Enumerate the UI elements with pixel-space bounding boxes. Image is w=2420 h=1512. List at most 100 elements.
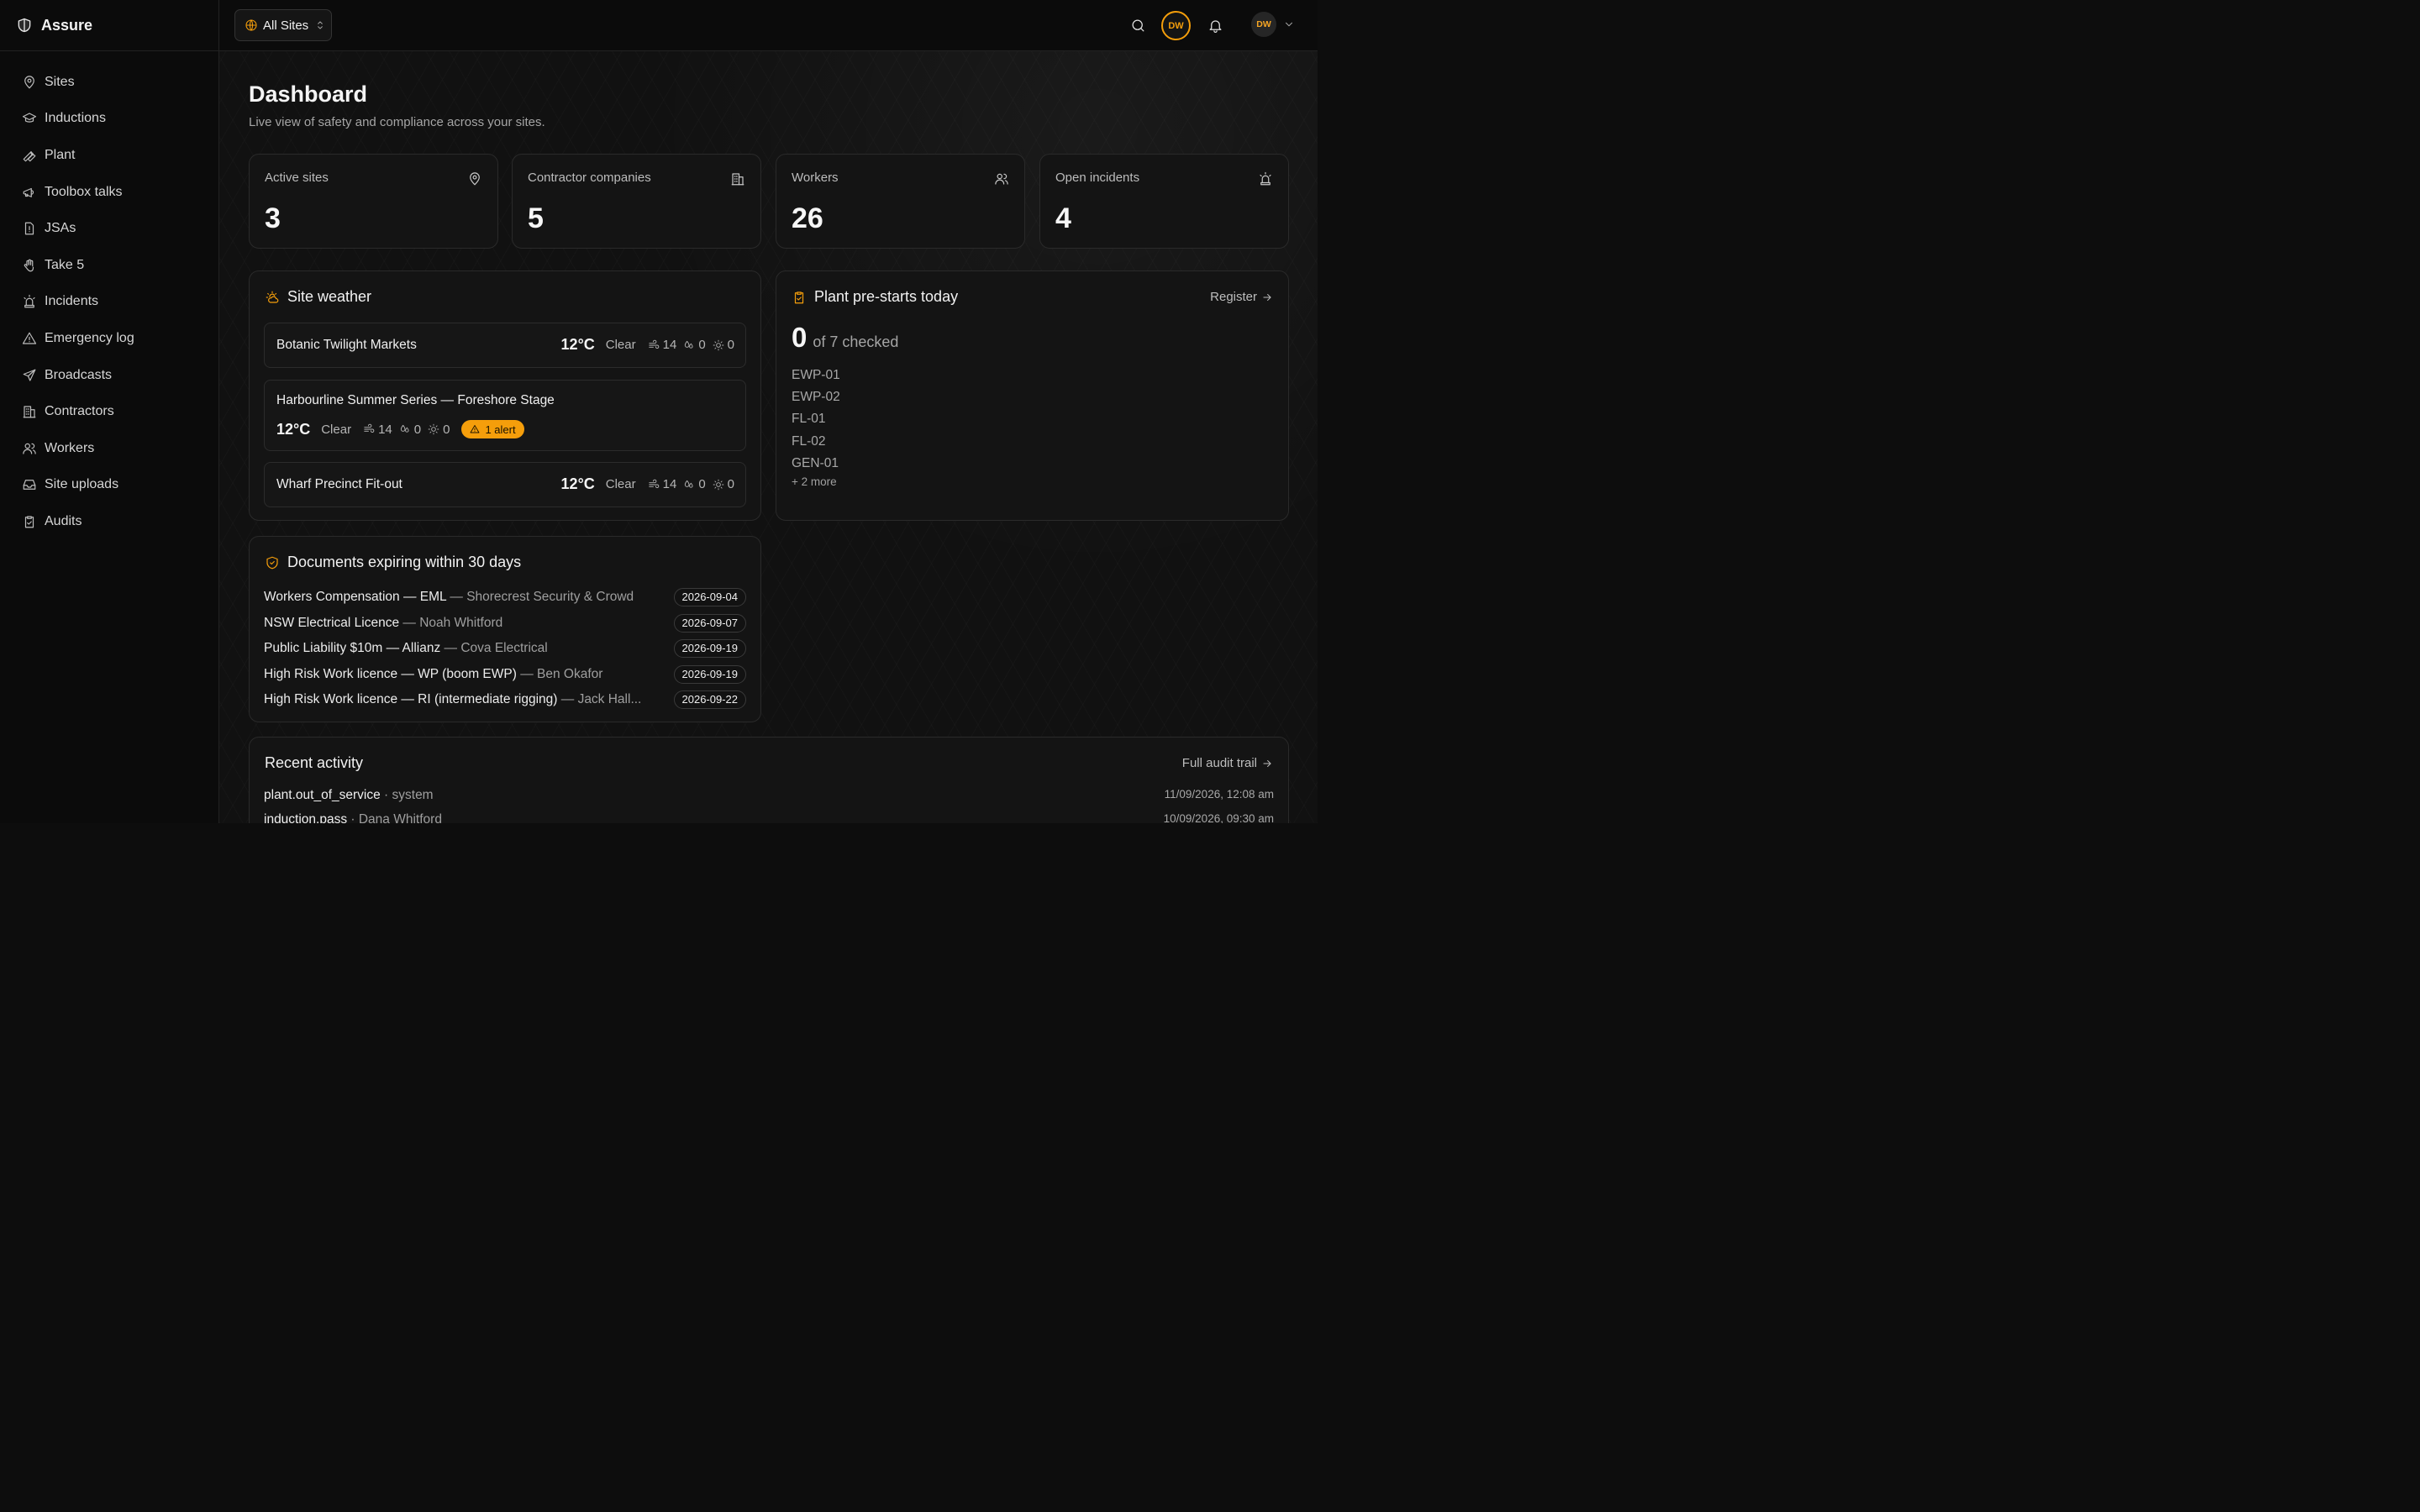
list-item[interactable]: GEN-01 <box>792 453 840 475</box>
document-row[interactable]: NSW Electrical Licence — Noah Whitford 2… <box>264 613 746 633</box>
stat-card-open-incidents[interactable]: Open incidents 4 <box>1039 154 1289 249</box>
register-link-label: Register <box>1210 290 1257 304</box>
document-holder: — Ben Okafor <box>516 666 603 681</box>
weather-metrics: 12°C Clear 14 0 0 1 alert <box>276 420 524 438</box>
stat-label: Open incidents <box>1055 171 1140 185</box>
droplets-icon <box>400 424 409 433</box>
rain-metric: 0 <box>683 477 706 491</box>
activity-time: 11/09/2026, 12:08 am <box>1164 788 1274 801</box>
full-audit-trail-link[interactable]: Full audit trail <box>1182 756 1273 770</box>
triangle-alert-icon <box>22 331 37 346</box>
sidebar-item-label: Inductions <box>45 111 106 126</box>
weather-site-name: Harbourline Summer Series — Foreshore St… <box>276 393 555 407</box>
send-icon <box>22 368 37 383</box>
weather-row[interactable]: Botanic Twilight Markets 12°C Clear 14 0… <box>264 323 746 368</box>
main-content: Dashboard Live view of safety and compli… <box>219 51 1318 823</box>
expiry-date-badge: 2026-09-19 <box>673 639 746 658</box>
rain-metric: 0 <box>683 338 706 352</box>
expiry-date-badge: 2026-09-07 <box>673 613 746 633</box>
plant-more-link[interactable]: + 2 more <box>792 475 837 488</box>
sidebar-item-workers[interactable]: Workers <box>0 430 218 467</box>
sidebar-item-contractors[interactable]: Contractors <box>0 393 218 430</box>
stat-label: Workers <box>792 171 839 185</box>
sidebar-item-inductions[interactable]: Inductions <box>0 101 218 138</box>
document-holder: — Shorecrest Security & Crowd <box>446 590 634 604</box>
list-item[interactable]: EWP-02 <box>792 386 840 408</box>
sidebar-item-incidents[interactable]: Incidents <box>0 284 218 321</box>
sidebar-item-sites[interactable]: Sites <box>0 64 218 101</box>
user-menu[interactable]: DW <box>1251 12 1295 37</box>
activity-text: plant.out_of_service · system <box>264 788 434 803</box>
document-text: Workers Compensation — EML — Shorecrest … <box>264 590 666 605</box>
sidebar-item-jsas[interactable]: JSAs <box>0 210 218 247</box>
avatar[interactable]: DW <box>1161 11 1191 40</box>
rain-metric: 0 <box>399 423 421 437</box>
document-text: High Risk Work licence — WP (boom EWP) —… <box>264 667 666 682</box>
sidebar-item-toolbox-talks[interactable]: Toolbox talks <box>0 174 218 211</box>
temperature: 12°C <box>560 475 595 492</box>
uv-value: 0 <box>443 422 450 437</box>
sidebar-item-label: Toolbox talks <box>45 184 123 199</box>
building-icon <box>730 171 745 186</box>
site-selector[interactable]: All Sites <box>234 9 332 41</box>
weather-alert-badge[interactable]: 1 alert <box>461 420 524 438</box>
document-row[interactable]: Workers Compensation — EML — Shorecrest … <box>264 588 746 606</box>
sidebar-item-plant[interactable]: Plant <box>0 137 218 174</box>
card-title: Documents expiring within 30 days <box>287 554 522 570</box>
siren-icon <box>22 294 37 309</box>
siren-icon <box>1258 171 1273 186</box>
expiry-date-badge: 2026-09-04 <box>673 588 746 606</box>
stat-value: 4 <box>1055 202 1071 234</box>
stat-value: 26 <box>792 202 823 234</box>
stat-card-contractor-companies[interactable]: Contractor companies 5 <box>512 154 761 249</box>
globe-icon <box>245 18 258 32</box>
expiry-date-badge: 2026-09-19 <box>673 664 746 684</box>
document-row[interactable]: Public Liability $10m — Allianz — Cova E… <box>264 639 746 658</box>
activity-row[interactable]: plant.out_of_service · system 11/09/2026… <box>264 788 1274 803</box>
sidebar-item-label: Broadcasts <box>45 367 113 382</box>
sidebar-item-site-uploads[interactable]: Site uploads <box>0 467 218 504</box>
bell-icon[interactable] <box>1207 18 1223 34</box>
condition: Clear <box>605 338 636 352</box>
documents-expiring-card: Documents expiring within 30 days Worker… <box>249 536 761 722</box>
register-link[interactable]: Register <box>1210 290 1273 304</box>
weather-metrics: 12°C Clear 14 0 0 <box>561 336 734 354</box>
document-row[interactable]: High Risk Work licence — WP (boom EWP) —… <box>264 664 746 684</box>
card-header: Recent activity <box>265 754 363 772</box>
megaphone-icon <box>22 185 37 200</box>
wind-value: 14 <box>378 422 392 437</box>
weather-row[interactable]: Wharf Precinct Fit-out 12°C Clear 14 0 0 <box>264 462 746 507</box>
activity-event: plant.out_of_service <box>264 788 381 802</box>
weather-metrics: 12°C Clear 14 0 0 <box>561 475 734 493</box>
sidebar-item-broadcasts[interactable]: Broadcasts <box>0 357 218 394</box>
list-item[interactable]: FL-01 <box>792 408 840 430</box>
search-icon[interactable] <box>1130 18 1146 34</box>
card-title: Recent activity <box>265 754 364 771</box>
brand[interactable]: Assure <box>0 0 218 51</box>
card-header: Documents expiring within 30 days <box>265 554 521 571</box>
activity-row[interactable]: induction.pass · Dana Whitford 10/09/202… <box>264 812 1274 823</box>
chevron-down-icon <box>1283 18 1295 30</box>
triangle-alert-icon <box>471 425 480 433</box>
weather-site-name: Botanic Twilight Markets <box>276 338 417 352</box>
droplets-icon <box>685 480 693 488</box>
sidebar-item-emergency-log[interactable]: Emergency log <box>0 320 218 357</box>
stat-card-workers[interactable]: Workers 26 <box>776 154 1025 249</box>
sidebar-item-label: Take 5 <box>45 257 85 272</box>
uv-metric: 0 <box>713 338 734 352</box>
document-holder: — Cova Electrical <box>440 641 548 655</box>
sidebar-item-label: Incidents <box>45 294 99 309</box>
map-pin-icon <box>467 171 482 186</box>
list-item[interactable]: EWP-01 <box>792 365 840 386</box>
stat-card-active-sites[interactable]: Active sites 3 <box>249 154 498 249</box>
document-row[interactable]: High Risk Work licence — RI (intermediat… <box>264 690 746 709</box>
sidebar-item-audits[interactable]: Audits <box>0 503 218 540</box>
sidebar-item-label: Workers <box>45 440 95 455</box>
stat-label: Contractor companies <box>528 171 651 185</box>
sidebar-item-take-5[interactable]: Take 5 <box>0 247 218 284</box>
list-item[interactable]: FL-02 <box>792 431 840 453</box>
users-icon <box>22 441 37 456</box>
shield-logo-icon <box>16 17 33 34</box>
weather-row[interactable]: Harbourline Summer Series — Foreshore St… <box>264 380 746 451</box>
map-pin-icon <box>22 75 37 90</box>
